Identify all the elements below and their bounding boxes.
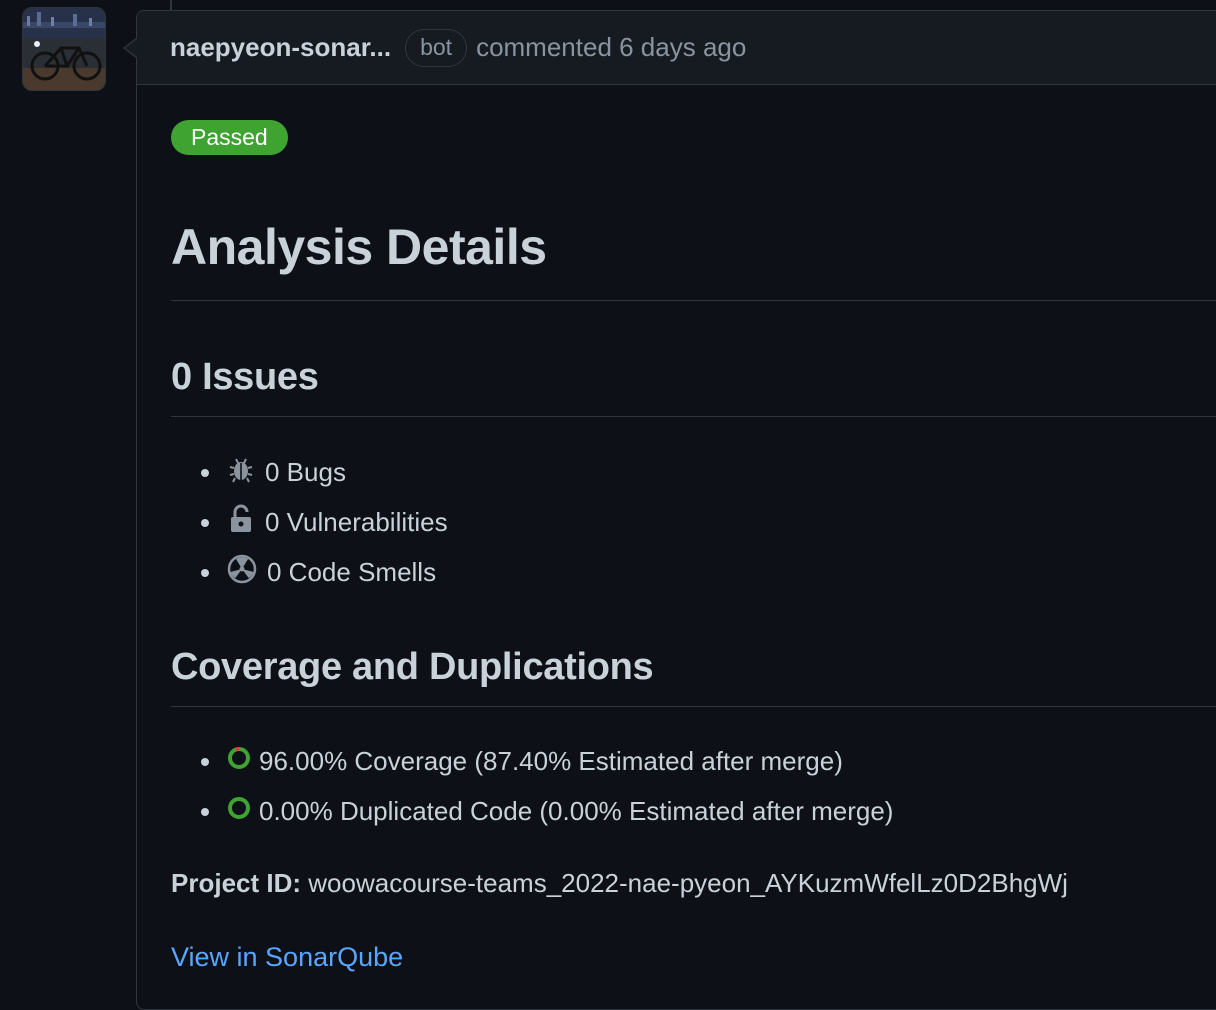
- coverage-ring-icon: [227, 746, 251, 777]
- divider: [171, 416, 1216, 417]
- project-id: Project ID: woowacourse-teams_2022-nae-p…: [171, 868, 1068, 899]
- list-item: 0 Code Smells: [171, 547, 448, 597]
- unlocked-icon: [227, 504, 255, 541]
- project-id-label: Project ID:: [171, 868, 302, 898]
- comment-timestamp[interactable]: commented 6 days ago: [476, 32, 746, 63]
- analysis-title: Analysis Details: [171, 219, 547, 275]
- coverage-heading: Coverage and Duplications: [171, 646, 654, 688]
- vulnerabilities-count: 0 Vulnerabilities: [265, 506, 448, 537]
- coverage-list: 96.00% Coverage (87.40% Estimated after …: [171, 736, 893, 836]
- code-smells-count: 0 Code Smells: [267, 556, 437, 587]
- comment-header: naepyeon-sonar... bot commented 6 days a…: [137, 11, 1216, 85]
- list-item: 0 Bugs: [171, 447, 448, 497]
- avatar[interactable]: [22, 7, 106, 91]
- list-item: 96.00% Coverage (87.40% Estimated after …: [171, 736, 893, 786]
- code-smell-icon: [227, 554, 257, 591]
- view-in-sonarqube-link[interactable]: View in SonarQube: [171, 942, 403, 973]
- bugs-count: 0 Bugs: [265, 456, 346, 487]
- list-item: 0.00% Duplicated Code (0.00% Estimated a…: [171, 786, 893, 836]
- divider: [171, 300, 1216, 301]
- divider: [171, 706, 1216, 707]
- author-link[interactable]: naepyeon-sonar...: [170, 32, 391, 63]
- status-badge: Passed: [171, 120, 288, 155]
- duplication-text: 0.00% Duplicated Code (0.00% Estimated a…: [259, 795, 894, 826]
- bot-badge: bot: [405, 28, 468, 67]
- issues-heading: 0 Issues: [171, 356, 319, 398]
- list-item: 0 Vulnerabilities: [171, 497, 448, 547]
- project-id-value: woowacourse-teams_2022-nae-pyeon_AYKuzmW…: [308, 868, 1068, 898]
- issues-list: 0 Bugs 0 Vulnerabilities 0 Code Smells: [171, 447, 448, 597]
- coverage-text: 96.00% Coverage (87.40% Estimated after …: [259, 745, 843, 776]
- avatar-image: [23, 8, 105, 90]
- duplication-ring-icon: [227, 796, 251, 827]
- bug-icon: [227, 455, 255, 490]
